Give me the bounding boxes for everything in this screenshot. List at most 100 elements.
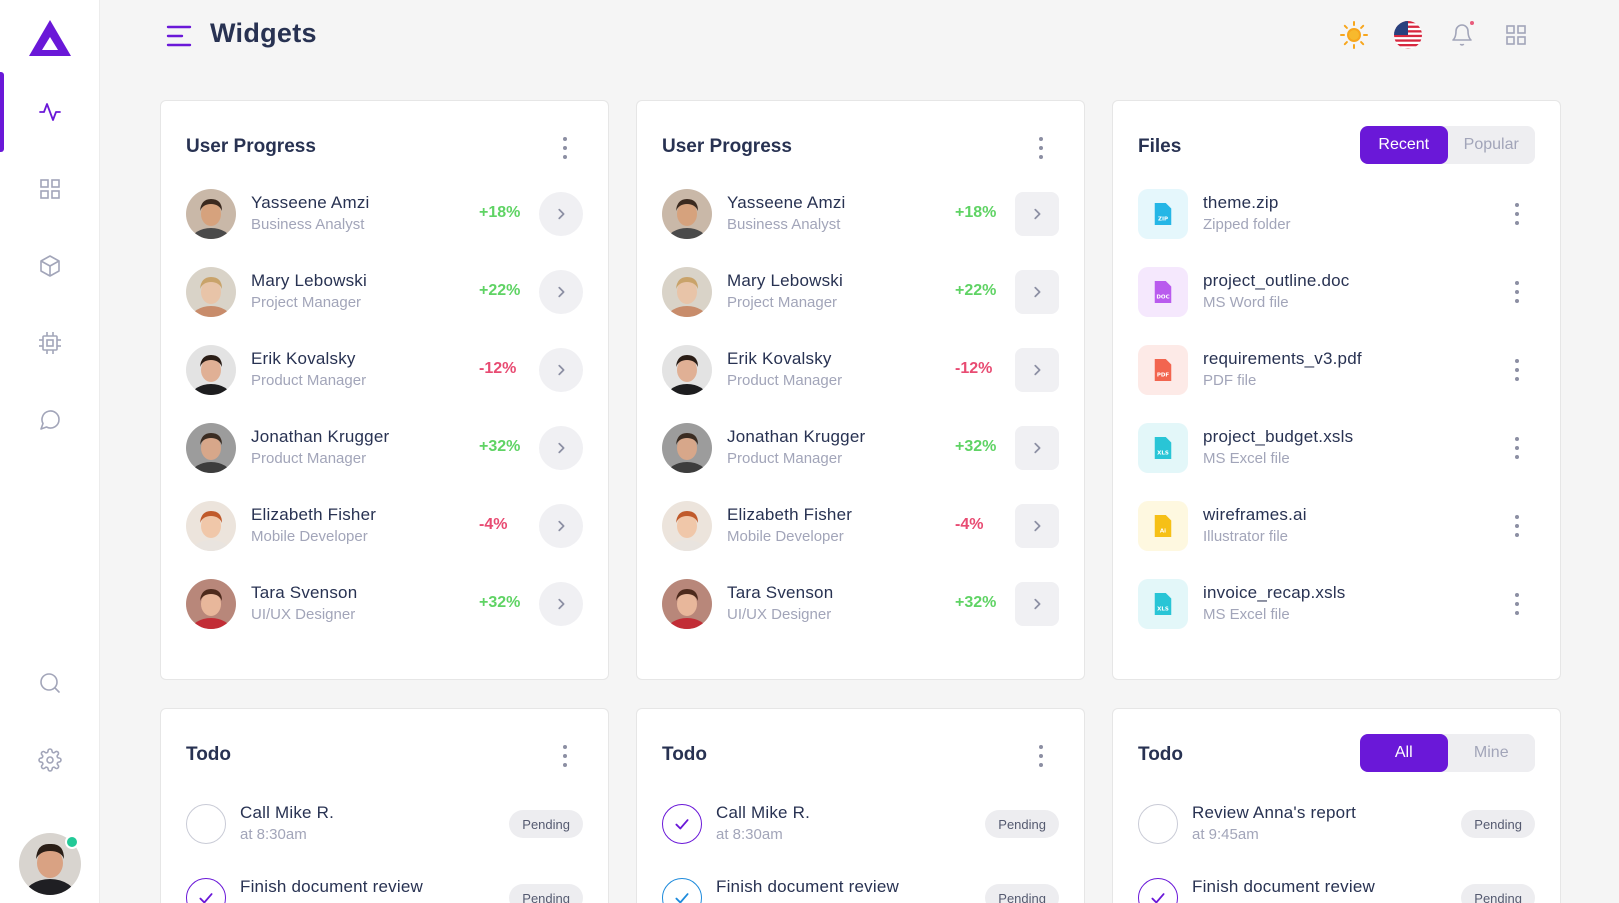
progress-change: -12%	[479, 360, 517, 377]
user-role: Business Analyst	[727, 216, 841, 233]
user-details-button[interactable]	[539, 504, 583, 548]
notifications-button[interactable]	[1447, 18, 1477, 52]
apps-button[interactable]	[1501, 18, 1531, 52]
tab-popular[interactable]: Popular	[1448, 126, 1536, 164]
file-menu-icon[interactable]	[1514, 437, 1520, 459]
chevron-right-icon	[1034, 364, 1041, 376]
todo-checkbox[interactable]	[1138, 878, 1178, 903]
file-name: invoice_recap.xsls	[1203, 583, 1346, 602]
progress-change: +18%	[479, 204, 521, 221]
tab-mine[interactable]: Mine	[1448, 734, 1536, 772]
us-flag-icon	[1394, 21, 1422, 49]
file-menu-icon[interactable]	[1514, 515, 1520, 537]
user-details-button[interactable]	[1015, 426, 1059, 470]
user-details-button[interactable]	[1015, 504, 1059, 548]
files-card: Files Recent Popular ZIP theme.zip Zipped …	[1112, 100, 1561, 680]
file-menu-icon[interactable]	[1514, 593, 1520, 615]
user-details-button[interactable]	[1015, 348, 1059, 392]
status-badge: Pending	[509, 810, 583, 838]
user-avatar	[662, 267, 712, 317]
file-row[interactable]: DOC project_outline.doc MS Word file	[1138, 262, 1350, 322]
todo-item: Call Mike R. at 8:30am	[662, 794, 810, 854]
todo-time: at 11:00am	[716, 898, 899, 903]
user-name: Erik Kovalsky	[251, 349, 356, 368]
card-menu-icon[interactable]	[560, 137, 570, 159]
file-menu-icon[interactable]	[1514, 359, 1520, 381]
sidebar-item-cpu[interactable]	[0, 303, 100, 383]
todo-meta: Call Mike R. at 8:30am	[716, 802, 810, 846]
user-details-button[interactable]	[1015, 192, 1059, 236]
todo-meta: Call Mike R. at 8:30am	[240, 802, 334, 846]
sidebar-item-activity[interactable]	[0, 72, 100, 152]
user-name: Jonathan Krugger	[251, 427, 390, 446]
user-details-button[interactable]	[1015, 582, 1059, 626]
file-type: Zipped folder	[1203, 216, 1291, 233]
user-meta: Elizabeth Fisher Mobile Developer	[251, 504, 376, 548]
sidebar-item-box[interactable]	[0, 226, 100, 306]
todo-checkbox[interactable]	[186, 804, 226, 844]
check-icon	[675, 819, 689, 830]
todo-meta: Finish document review at 11:00am	[240, 876, 423, 903]
card-title: Todo	[186, 744, 232, 765]
todo-time: at 8:30am	[716, 826, 783, 843]
sidebar-item-settings[interactable]	[0, 720, 100, 800]
todo-time: at 11:00am	[240, 898, 423, 903]
card-menu-icon[interactable]	[560, 745, 570, 767]
user-details-button[interactable]	[539, 426, 583, 470]
file-name: project_budget.xsls	[1203, 427, 1354, 446]
user-details-button[interactable]	[539, 270, 583, 314]
user-details-button[interactable]	[539, 582, 583, 626]
user-details-button[interactable]	[539, 192, 583, 236]
card-title: User Progress	[186, 136, 316, 157]
file-row[interactable]: ZIP theme.zip Zipped folder	[1138, 184, 1291, 244]
user-role: Mobile Developer	[251, 528, 368, 545]
theme-toggle-button[interactable]	[1339, 18, 1369, 52]
user-details-button[interactable]	[1015, 270, 1059, 314]
todo-checkbox[interactable]	[1138, 804, 1178, 844]
tab-all[interactable]: All	[1360, 734, 1448, 772]
todo-time: at 11:00am	[1192, 898, 1375, 903]
progress-change: +32%	[479, 594, 521, 611]
user-meta: Erik Kovalsky Product Manager	[251, 348, 366, 392]
file-type-icon: DOC	[1138, 267, 1188, 317]
file-row[interactable]: PDF requirements_v3.pdf PDF file	[1138, 340, 1362, 400]
todo-checkbox[interactable]	[186, 878, 226, 903]
todo-task: Finish document review	[240, 877, 423, 896]
user-meta: Yasseene Amzi Business Analyst	[727, 192, 846, 236]
file-meta: wireframes.ai Illustrator file	[1203, 504, 1307, 548]
todo-checkbox[interactable]	[662, 878, 702, 903]
svg-text:XLS: XLS	[1157, 450, 1169, 456]
svg-text:XLS: XLS	[1157, 606, 1169, 612]
user-avatar[interactable]	[19, 833, 81, 895]
file-menu-icon[interactable]	[1514, 203, 1520, 225]
card-menu-icon[interactable]	[1036, 137, 1046, 159]
sidebar-item-messages[interactable]	[0, 380, 100, 460]
user-meta: Erik Kovalsky Product Manager	[727, 348, 842, 392]
todo-checkbox[interactable]	[662, 804, 702, 844]
file-row[interactable]: XLS invoice_recap.xsls MS Excel file	[1138, 574, 1346, 634]
file-row[interactable]: Ai wireframes.ai Illustrator file	[1138, 496, 1307, 556]
todo-time: at 8:30am	[240, 826, 307, 843]
todo-meta: Finish document review at 11:00am	[716, 876, 899, 903]
card-menu-icon[interactable]	[1036, 745, 1046, 767]
bell-icon	[1452, 24, 1472, 46]
file-meta: invoice_recap.xsls MS Excel file	[1203, 582, 1346, 626]
todo-meta: Finish document review at 11:00am	[1192, 876, 1375, 903]
card-title: Todo	[662, 744, 708, 765]
user-row: Yasseene Amzi Business Analyst	[662, 184, 846, 244]
settings-icon	[38, 748, 62, 772]
logo[interactable]	[28, 18, 72, 58]
user-avatar	[662, 501, 712, 551]
user-role: Business Analyst	[251, 216, 365, 233]
user-name: Elizabeth Fisher	[251, 505, 377, 524]
user-meta: Jonathan Krugger Product Manager	[251, 426, 389, 470]
file-type: Illustrator file	[1203, 528, 1289, 545]
sidebar-item-search[interactable]	[0, 643, 100, 723]
language-selector[interactable]	[1393, 18, 1423, 52]
tab-recent[interactable]: Recent	[1360, 126, 1448, 164]
file-menu-icon[interactable]	[1514, 281, 1520, 303]
user-details-button[interactable]	[539, 348, 583, 392]
sidebar-item-dashboard[interactable]	[0, 149, 100, 229]
menu-icon[interactable]	[166, 24, 192, 48]
file-row[interactable]: XLS project_budget.xsls MS Excel file	[1138, 418, 1353, 478]
